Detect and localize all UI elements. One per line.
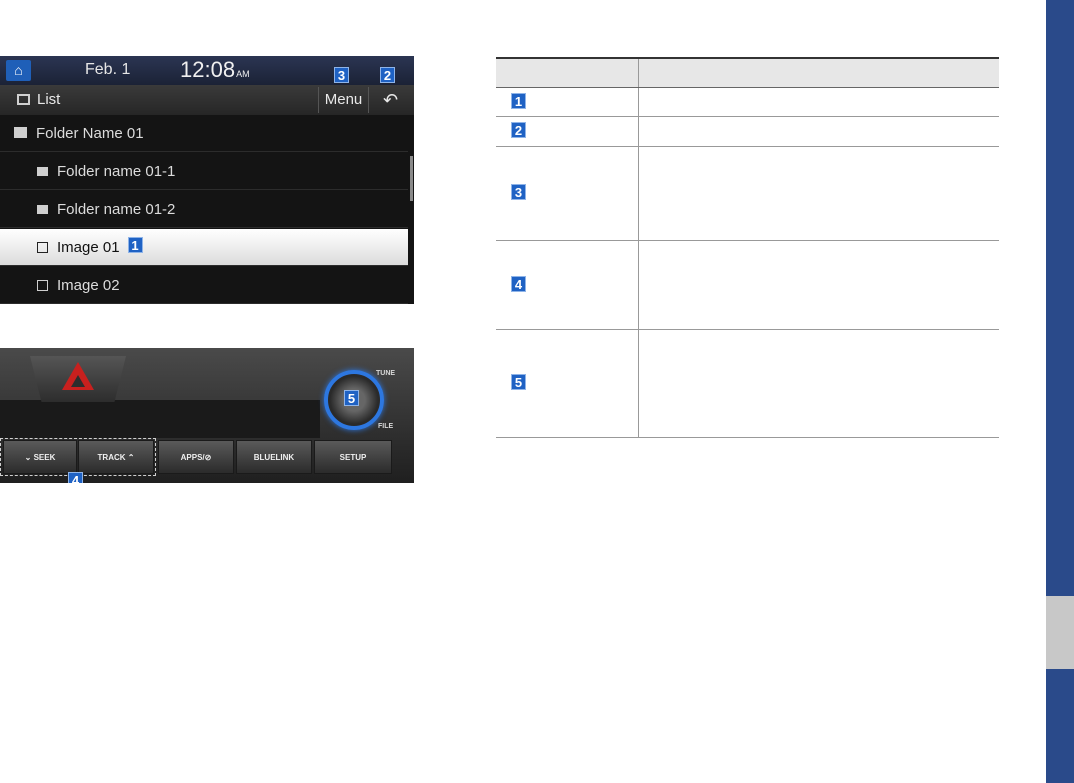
home-icon: ⌂ (14, 62, 23, 78)
table-header-cell (496, 57, 639, 88)
table-cell-text (638, 116, 999, 147)
callout-3: 3 (334, 67, 349, 83)
table-cell-number: 5 (496, 329, 639, 438)
head-unit-console: 5 TUNE FILE ⌄ SEEK TRACK ⌃ APPS/⊘ BLUELI… (0, 348, 414, 483)
callout-legend-table: 1 2 3 4 5 (496, 57, 999, 438)
table-cell-number: 1 (496, 87, 639, 117)
list-item-selected[interactable]: Image 01 1 (0, 229, 408, 266)
folder-icon (37, 167, 48, 176)
status-clock: 12:08AM (180, 57, 250, 83)
hazard-icon-inner (71, 375, 85, 387)
table-cell-number: 2 (496, 116, 639, 147)
back-icon: ↶ (382, 90, 399, 110)
side-tab-bottom (1046, 669, 1074, 783)
menu-button[interactable]: Menu (318, 87, 368, 113)
callout-4: 4 (68, 472, 83, 483)
seek-track-highlight (0, 438, 156, 476)
callout-badge: 3 (511, 184, 526, 200)
table-row: 2 (496, 116, 999, 147)
list-title: List (17, 91, 60, 108)
list-item-label: Image 01 (57, 239, 120, 256)
callout-badge: 4 (511, 275, 526, 292)
list-item-label: Folder name 01-1 (57, 163, 176, 180)
folder-icon (37, 205, 48, 214)
list-item[interactable]: Folder Name 01 (0, 115, 408, 152)
list-item-label: Image 02 (57, 277, 120, 294)
table-header-cell (638, 57, 999, 88)
list-item-label: Folder Name 01 (36, 125, 144, 142)
table-row: 4 (496, 240, 999, 330)
console-recess (0, 400, 320, 438)
list-item-label: Folder name 01-2 (57, 201, 176, 218)
scrollbar[interactable] (410, 156, 413, 201)
table-cell-number: 3 (496, 146, 639, 241)
home-button[interactable]: ⌂ (6, 60, 31, 81)
callout-5: 5 (344, 390, 359, 406)
table-cell-text (638, 329, 999, 438)
status-date: Feb. 1 (85, 61, 131, 78)
list-item[interactable]: Folder name 01-1 (0, 153, 408, 190)
table-row: 1 (496, 87, 999, 117)
side-tab-active (1046, 596, 1074, 669)
table-cell-text (638, 87, 999, 117)
callout-2: 2 (380, 67, 395, 83)
table-row: 3 (496, 146, 999, 241)
table-cell-text (638, 146, 999, 241)
image-icon (37, 242, 48, 253)
apps-button[interactable]: APPS/⊘ (158, 440, 234, 474)
callout-badge: 5 (511, 374, 526, 390)
bluelink-button[interactable]: BLUELINK (236, 440, 312, 474)
list-item[interactable]: Image 02 (0, 267, 408, 304)
tune-label: TUNE (376, 370, 396, 377)
back-button[interactable]: ↶ (368, 87, 412, 113)
clock-ampm: AM (236, 69, 250, 79)
table-cell-text (638, 240, 999, 330)
table-cell-number: 4 (496, 240, 639, 330)
callout-1: 1 (127, 237, 143, 253)
infotainment-screen: ⌂ Feb. 1 12:08AM 3 2 List Menu ↶ Folder … (0, 56, 414, 304)
list-title-label: List (37, 91, 61, 108)
side-tab-top (1046, 0, 1074, 596)
table-row: 5 (496, 329, 999, 438)
table-header-row (496, 57, 999, 88)
parent-folder-icon (14, 127, 27, 138)
setup-button[interactable]: SETUP (314, 440, 392, 474)
image-icon (37, 280, 48, 291)
file-label: FILE (378, 423, 394, 430)
callout-badge: 2 (511, 122, 526, 138)
list-icon (17, 94, 30, 105)
status-bar: ⌂ Feb. 1 12:08AM 3 2 (0, 56, 414, 85)
callout-badge: 1 (511, 92, 526, 109)
list-item[interactable]: Folder name 01-2 (0, 191, 408, 228)
clock-time: 12:08 (180, 57, 236, 82)
